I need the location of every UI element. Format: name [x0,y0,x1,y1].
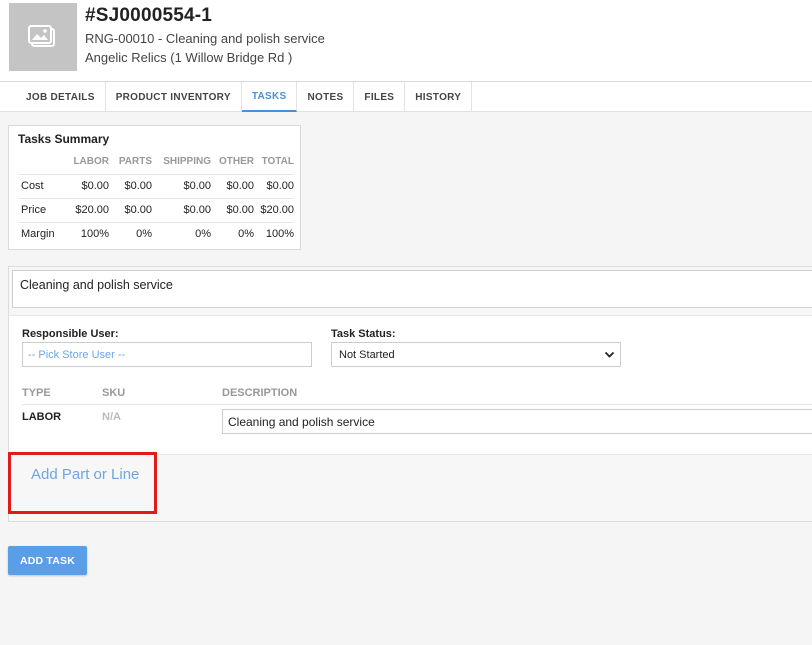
tab-product-inventory[interactable]: PRODUCT INVENTORY [106,82,242,112]
table-cell: 0% [211,222,254,246]
summary-header-shipping: SHIPPING [163,156,211,167]
table-cell: $0.00 [254,174,294,199]
summary-header-labor: LABOR [73,156,109,167]
table-cell: $20.00 [60,198,109,223]
summary-header-parts: PARTS [118,156,152,167]
table-cell: $0.00 [211,174,254,199]
task-status-value: Not Started [339,349,395,361]
row-label: Cost [18,174,60,199]
tasks-summary-card: Tasks Summary LABOR PARTS SHIPPING OTHER… [8,125,301,250]
job-header: #SJ0000554-1 RNG-00010 - Cleaning and po… [0,0,812,82]
column-header-sku: SKU [102,387,126,399]
summary-header-blank [18,152,60,175]
line-description-input[interactable]: Cleaning and polish service [222,409,812,434]
task-card: Cleaning and polish service Responsible … [8,266,812,522]
table-cell: $0.00 [152,198,211,223]
column-header-description: DESCRIPTION [222,387,298,399]
column-header-type: TYPE [22,387,51,399]
job-subtitle: RNG-00010 - Cleaning and polish service [85,31,325,46]
table-row: Cost $0.00 $0.00 $0.00 $0.00 $0.00 [18,174,294,199]
tasks-summary-title: Tasks Summary [18,132,110,146]
table-cell: 0% [109,222,152,246]
table-cell: $0.00 [109,174,152,199]
row-label: Margin [18,222,60,246]
image-placeholder-icon [28,25,55,47]
job-thumbnail[interactable] [9,3,77,71]
responsible-user-label: Responsible User: [22,328,119,340]
tab-files[interactable]: FILES [354,82,406,112]
job-number: #SJ0000554-1 [85,5,213,26]
task-name-field[interactable]: Cleaning and polish service [12,270,812,308]
tasks-summary-table: LABOR PARTS SHIPPING OTHER TOTAL Cost $0… [18,152,294,246]
add-part-or-line-link[interactable]: Add Part or Line [31,466,139,483]
tab-tasks[interactable]: TASKS [241,82,298,112]
task-status-label: Task Status: [331,328,396,340]
summary-header-other: OTHER [219,156,254,167]
column-divider [22,404,812,405]
task-details: Responsible User: -- Pick Store User -- … [9,315,812,455]
table-row: Margin 100% 0% 0% 0% 100% [18,222,294,246]
summary-header-total: TOTAL [261,156,294,167]
table-row: Price $20.00 $0.00 $0.00 $0.00 $20.00 [18,198,294,223]
table-cell: $0.00 [60,174,109,199]
job-customer: Angelic Relics (1 Willow Bridge Rd ) [85,50,293,65]
row-label: Price [18,198,60,223]
table-cell: $20.00 [254,198,294,223]
table-cell: $0.00 [211,198,254,223]
tab-bar: JOB DETAILS PRODUCT INVENTORY TASKS NOTE… [0,82,812,112]
tab-history[interactable]: HISTORY [405,82,473,112]
tab-job-details[interactable]: JOB DETAILS [16,82,106,112]
task-status-select[interactable]: Not Started [331,342,621,367]
chevron-down-icon [604,351,615,358]
table-cell: 100% [60,222,109,246]
line-type: LABOR [22,411,62,423]
table-cell: 0% [152,222,211,246]
summary-header-row: LABOR PARTS SHIPPING OTHER TOTAL [18,152,294,175]
table-cell: $0.00 [109,198,152,223]
table-cell: 100% [254,222,294,246]
line-sku: N/A [102,411,121,423]
add-task-button[interactable]: ADD TASK [8,546,87,575]
responsible-user-input[interactable]: -- Pick Store User -- [22,342,312,367]
table-cell: $0.00 [152,174,211,199]
tab-notes[interactable]: NOTES [297,82,355,112]
